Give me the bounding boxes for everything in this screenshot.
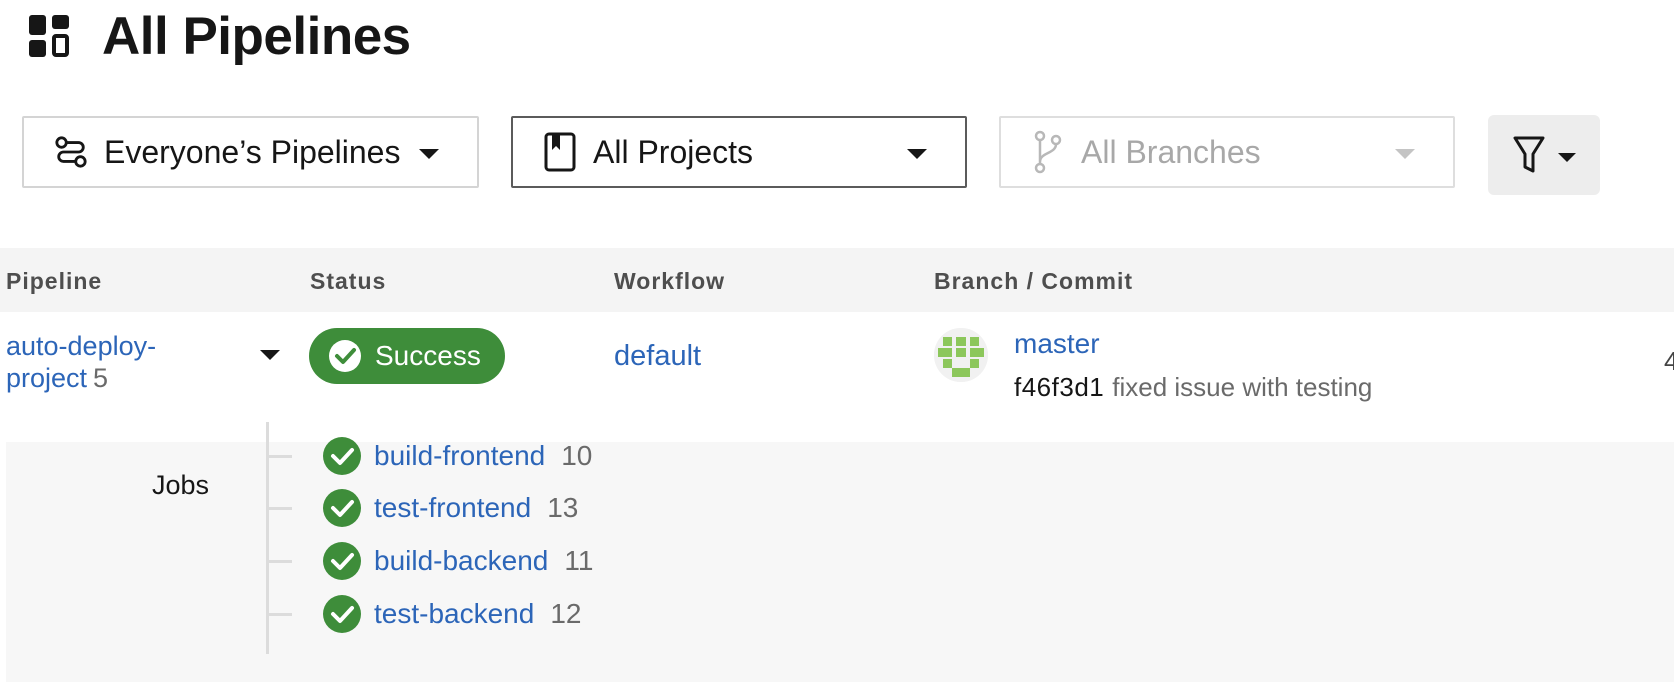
job-number: 13 [547,492,579,523]
tree-connector [266,454,292,458]
truncated-cell-text: 4 [1664,346,1674,376]
expand-chevron-icon[interactable] [260,350,280,360]
job-number: 12 [550,598,582,629]
pipeline-name-link[interactable]: auto-deploy- project 5 [6,330,156,394]
pipelines-icon [54,132,88,172]
job-item-build-frontend[interactable]: build-frontend 10 [266,434,592,478]
chevron-down-icon [907,149,927,159]
column-header-status[interactable]: Status [310,268,386,295]
pipeline-name-line: auto-deploy- [6,331,157,361]
avatar [934,328,988,382]
job-item-test-frontend[interactable]: test-frontend 13 [266,486,578,530]
projects-dropdown[interactable]: All Projects [511,116,967,188]
job-name-link[interactable]: build-frontend [374,440,545,472]
branches-label: All Branches [1081,133,1261,170]
job-item-test-backend[interactable]: test-backend 12 [266,592,581,636]
commit-message: fixed issue with testing [1112,372,1373,402]
status-badge[interactable]: Success [309,328,505,384]
job-item-build-backend[interactable]: build-backend 11 [266,539,593,583]
check-circle-icon [323,437,361,475]
column-header-workflow[interactable]: Workflow [614,268,725,295]
tree-connector [266,612,292,616]
table-row: auto-deploy- project 5 Success default ma… [0,312,1674,442]
jobs-label: Jobs [152,470,210,500]
branches-dropdown[interactable]: All Branches [999,116,1455,188]
status-label: Success [375,340,481,371]
job-number: 11 [564,545,594,576]
commit-hash[interactable]: f46f3d1 [1014,372,1104,402]
check-circle-icon [323,489,361,527]
pipeline-number: 5 [93,363,109,393]
bookmark-icon [543,132,577,172]
column-header-pipeline[interactable]: Pipeline [6,268,102,295]
chevron-down-icon [419,149,439,159]
dashboard-icon [29,15,69,57]
projects-label: All Projects [593,133,754,170]
check-circle-icon [329,340,361,372]
filter-button[interactable] [1488,115,1600,195]
pipeline-name-line: project [6,363,88,393]
page-title: All Pipelines [102,6,411,66]
page-header: All Pipelines [28,6,411,66]
check-circle-icon [323,542,361,580]
table-header: Pipeline Status Workflow Branch / Commit [0,248,1674,312]
commit-info: f46f3d1 fixed issue with testing [1014,372,1372,403]
branch-link[interactable]: master [1014,328,1100,360]
jobs-panel: Jobs build-frontend 10 test-frontend 13 … [6,422,1674,682]
job-number: 10 [561,440,593,471]
pipelines-owner-dropdown[interactable]: Everyone’s Pipelines [22,116,479,188]
tree-connector [266,559,292,563]
filter-bar: Everyone’s Pipelines All Projects All Br… [22,115,1602,198]
tree-connector [266,506,292,510]
job-name-link[interactable]: test-backend [374,598,534,630]
job-name-link[interactable]: build-backend [374,545,548,577]
job-name-link[interactable]: test-frontend [374,492,531,524]
funnel-icon [1513,136,1545,173]
chevron-down-icon [1558,152,1576,162]
pipelines-owner-label: Everyone’s Pipelines [104,133,401,170]
git-branch-icon [1031,130,1065,174]
chevron-down-icon [1395,149,1415,159]
column-header-branch-commit[interactable]: Branch / Commit [934,268,1133,295]
check-circle-icon [323,595,361,633]
workflow-link[interactable]: default [614,340,701,373]
